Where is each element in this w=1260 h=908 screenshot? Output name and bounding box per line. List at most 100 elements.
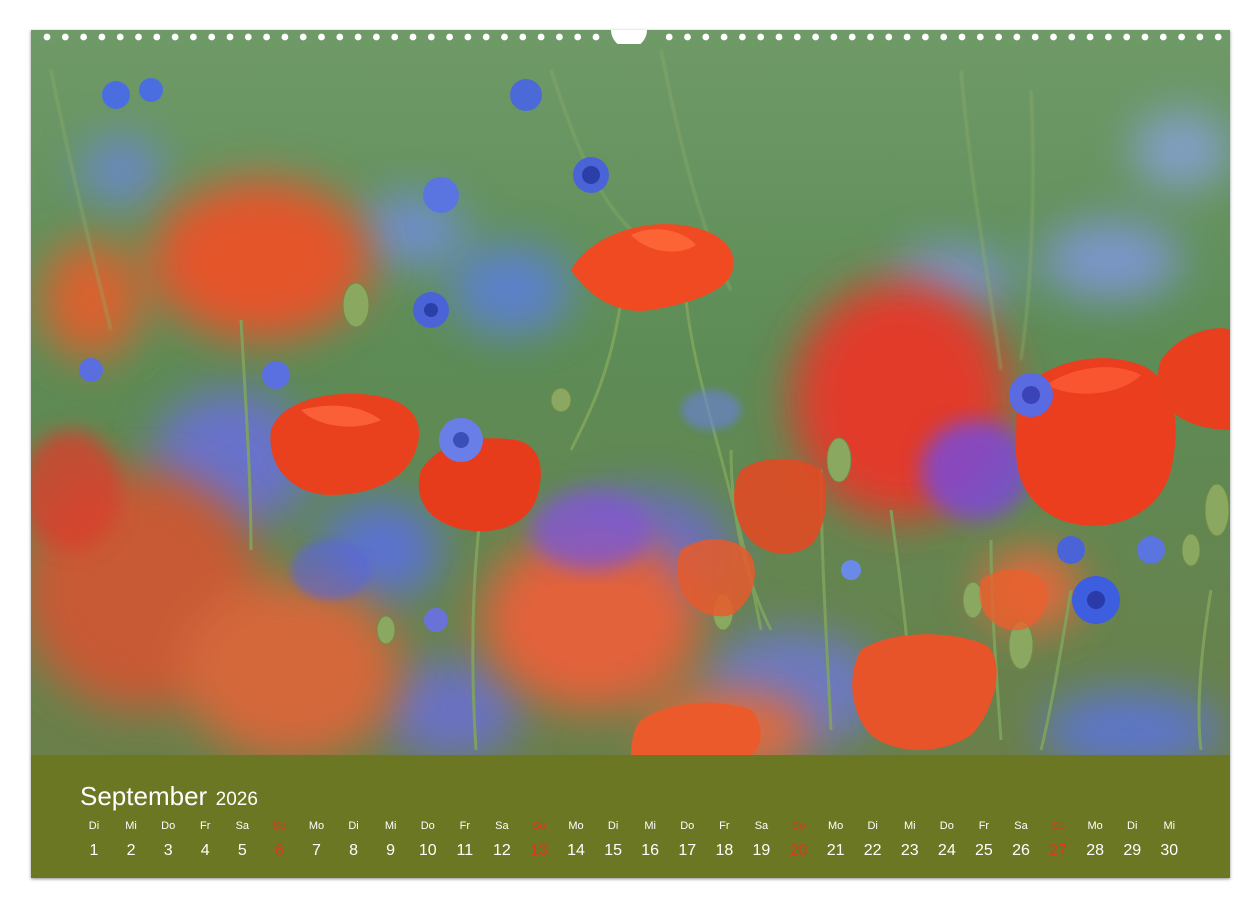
binding-hole (1105, 33, 1112, 41)
binding-hole (1013, 33, 1021, 41)
weekday-label: Mi (384, 820, 397, 832)
day-number: 13 (530, 842, 548, 859)
day-cell: So 20 (780, 819, 817, 861)
weekday-label: Sa (1014, 820, 1028, 832)
day-number: 10 (418, 842, 437, 859)
binding-hole (409, 33, 417, 41)
binding-hole (464, 33, 472, 41)
day-number: 9 (386, 842, 396, 859)
weekday-label: Di (867, 820, 878, 832)
binding-hole (1214, 33, 1222, 41)
day-number: 16 (641, 842, 660, 859)
binding-hole (537, 33, 545, 41)
day-cell: Fr 4 (187, 819, 224, 861)
binding-hole (830, 33, 838, 41)
binding-hole (1159, 33, 1167, 41)
weekday-label: Di (607, 820, 619, 832)
weekday-label: Do (420, 820, 435, 832)
day-number: 30 (1160, 842, 1179, 859)
binding-hole (592, 33, 600, 41)
weekday-label: So (532, 820, 546, 832)
binding-hole (556, 33, 563, 41)
day-cell: Di 29 (1114, 819, 1151, 861)
day-number: 27 (1049, 842, 1067, 859)
weekday-label: Fr (200, 820, 211, 832)
month-name: September (80, 781, 208, 811)
binding-hole (885, 33, 893, 41)
weekday-label: So (791, 820, 806, 832)
binding-hole (446, 33, 453, 41)
binding-hole (812, 33, 819, 41)
binding-hole (1178, 33, 1185, 41)
day-cell: Do 10 (409, 819, 446, 861)
month-title: September 2026 (80, 781, 258, 812)
day-number: 11 (456, 842, 474, 859)
day-number: 20 (789, 842, 808, 859)
day-cell: Fr 11 (446, 819, 483, 861)
day-number: 25 (975, 842, 993, 859)
binding-hole (299, 33, 307, 41)
spiral-binding (31, 30, 1230, 44)
day-number: 7 (312, 842, 321, 859)
binding-hole (427, 33, 435, 41)
weekday-label: Fr (978, 820, 990, 832)
binding-hole (684, 33, 691, 41)
day-number: 1 (89, 842, 99, 859)
day-number: 4 (200, 842, 210, 859)
binding-hole (995, 33, 1002, 41)
day-cell: So 27 (1040, 819, 1077, 861)
day-cell: Sa 19 (743, 819, 780, 861)
day-number: 18 (715, 842, 734, 859)
day-cell: Do 24 (928, 819, 965, 861)
weekday-label: Mo (308, 820, 325, 832)
binding-hole (1086, 33, 1094, 41)
weekday-label: Do (161, 820, 176, 832)
binding-hole (1068, 33, 1076, 41)
day-number: 29 (1123, 842, 1142, 859)
day-cell: Di 15 (595, 819, 632, 861)
weekday-label: Di (1127, 820, 1138, 832)
binding-hole (867, 33, 874, 41)
day-cell: Mo 21 (817, 819, 854, 861)
binding-hole (336, 33, 344, 41)
binding-hole (43, 33, 51, 41)
binding-hole (171, 33, 179, 41)
day-cell: Fr 18 (706, 819, 743, 861)
day-cell: Mo 7 (298, 819, 335, 861)
day-cell: Do 3 (150, 819, 187, 861)
binding-hole (80, 33, 87, 41)
weekday-label: Mo (568, 820, 584, 832)
binding-hole (373, 33, 380, 41)
day-cell: Mi 23 (891, 819, 928, 861)
day-cell: Mi 2 (113, 819, 150, 861)
binding-hole (98, 33, 106, 41)
weekday-label: Sa (754, 820, 769, 832)
calendar-page: September 2026 Di 1 Mi 2 Do 3 Fr 4 Sa 5 So 6 Mo 7 Di 8 M… (31, 30, 1230, 878)
binding-hole (793, 33, 801, 41)
day-number: 21 (826, 842, 845, 859)
weekday-label: Mi (644, 820, 656, 832)
weekday-label: Fr (459, 820, 470, 832)
day-number: 24 (937, 842, 956, 859)
weekday-label: So (272, 820, 287, 832)
binding-hole (665, 33, 673, 41)
weekday-label: Do (680, 820, 695, 832)
weekday-label: Di (88, 820, 100, 832)
binding-hole (720, 33, 728, 41)
binding-hole (574, 33, 582, 41)
day-number: 3 (163, 842, 173, 859)
day-number: 19 (752, 842, 771, 859)
binding-hole (1031, 33, 1039, 41)
binding-hole (775, 33, 783, 41)
weekday-label: Do (939, 820, 954, 832)
weekday-label: Sa (495, 820, 509, 832)
day-cell: Mi 16 (632, 819, 669, 861)
calendar-band: September 2026 Di 1 Mi 2 Do 3 Fr 4 Sa 5 So 6 Mo 7 Di 8 M… (31, 755, 1230, 878)
binding-hole (958, 33, 966, 41)
binding-hole (318, 33, 325, 41)
binding-hole (757, 33, 765, 41)
binding-hole (391, 33, 399, 41)
day-number: 8 (349, 842, 358, 859)
weekday-label: Sa (235, 820, 250, 832)
binding-hole (976, 33, 984, 41)
